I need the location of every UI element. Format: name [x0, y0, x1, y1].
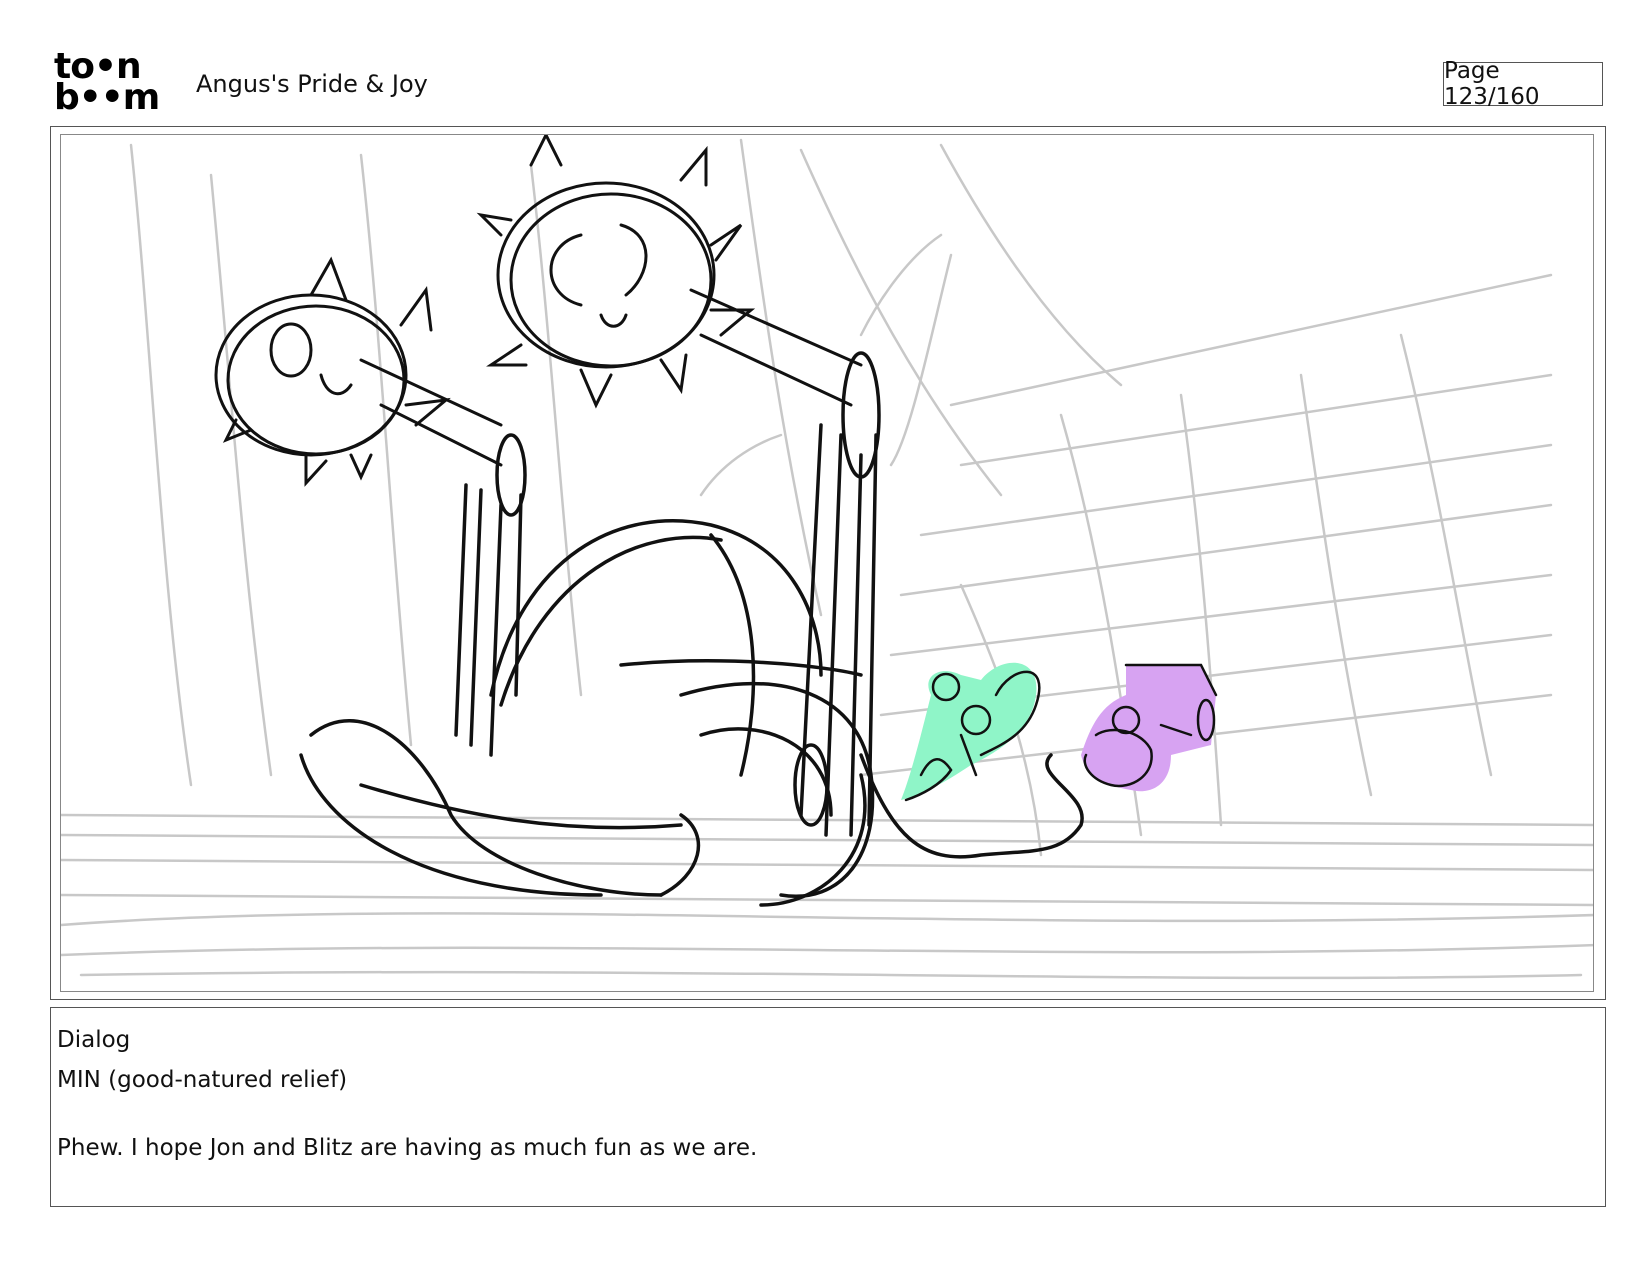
dialog-panel: Dialog MIN (good-natured relief) Phew. I…	[50, 1007, 1606, 1207]
project-title: Angus's Pride & Joy	[196, 70, 428, 98]
purple-characters	[1081, 663, 1218, 792]
right-robot-head	[476, 135, 863, 409]
dialog-speaker: MIN (good-natured relief)	[57, 1067, 348, 1093]
logo-line-2: b••m	[54, 77, 160, 118]
dialog-text: Phew. I hope Jon and Blitz are having as…	[57, 1135, 758, 1161]
page-indicator: Page 123/160	[1443, 58, 1603, 110]
dialog-heading: Dialog	[57, 1027, 131, 1053]
panel-sketch	[61, 135, 1593, 980]
background-sketch	[61, 138, 1593, 980]
storyboard-panel	[60, 134, 1594, 992]
purple-fill	[1081, 665, 1216, 792]
green-characters	[901, 662, 1041, 802]
toonboom-logo: to•n b••m	[54, 49, 172, 118]
dialog-spacer	[57, 1100, 1599, 1128]
left-robot-head	[214, 256, 503, 487]
